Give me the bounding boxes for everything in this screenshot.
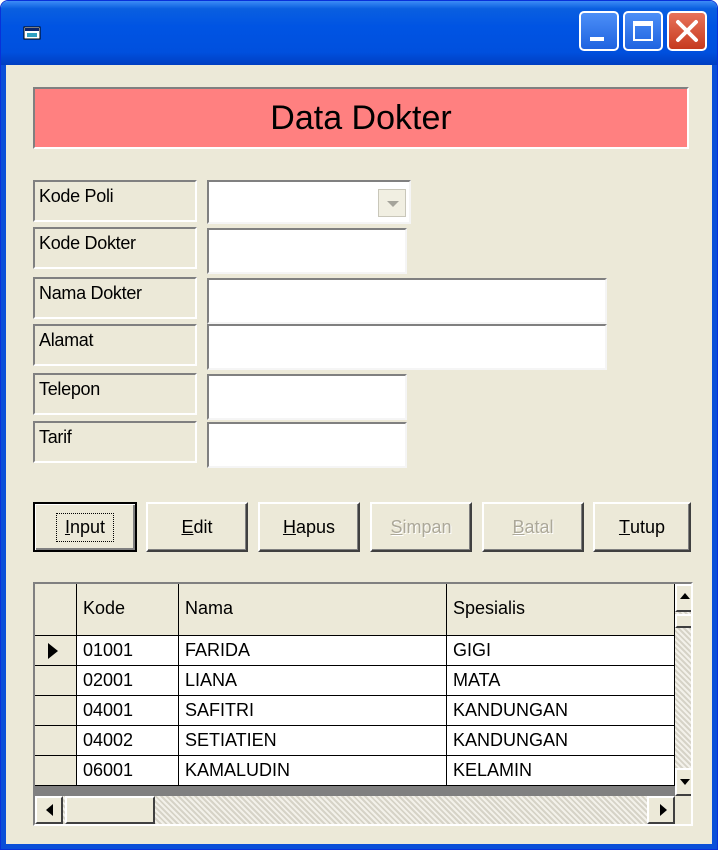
table-row[interactable]: 06001 KAMALUDIN KELAMIN xyxy=(35,756,675,786)
table-row[interactable]: 02001 LIANA MATA xyxy=(35,666,675,696)
column-header-spesialis[interactable]: Spesialis xyxy=(447,584,675,636)
label-alamat: Alamat xyxy=(33,324,197,366)
tutup-button[interactable]: Tutup xyxy=(593,502,691,552)
chevron-down-icon[interactable] xyxy=(378,189,406,217)
cell-nama[interactable]: SAFITRI xyxy=(179,696,447,726)
alamat-input[interactable] xyxy=(207,324,607,370)
arrow-right-icon xyxy=(660,804,667,816)
window-frame-left xyxy=(1,65,6,849)
input-rest: nput xyxy=(69,516,106,537)
table-row[interactable]: 04002 SETIATIEN KANDUNGAN xyxy=(35,726,675,756)
row-selector[interactable] xyxy=(35,726,77,756)
cell-spesialis[interactable]: KELAMIN xyxy=(447,756,675,786)
cell-nama[interactable]: SETIATIEN xyxy=(179,726,447,756)
form-title-banner: Data Dokter xyxy=(33,87,689,149)
app-icon xyxy=(23,26,41,40)
simpan-hotkey: S xyxy=(390,516,403,537)
arrow-left-icon xyxy=(46,804,53,816)
simpan-rest: impan xyxy=(402,516,452,537)
cell-spesialis[interactable]: KANDUNGAN xyxy=(447,696,675,726)
table-row[interactable]: 04001 SAFITRI KANDUNGAN xyxy=(35,696,675,726)
simpan-button[interactable]: Simpan xyxy=(370,502,472,552)
horizontal-scroll-thumb[interactable] xyxy=(65,796,155,824)
row-selector[interactable] xyxy=(35,666,77,696)
scroll-down-button[interactable] xyxy=(675,768,691,796)
cell-kode[interactable]: 01001 xyxy=(77,636,179,666)
batal-hotkey: B xyxy=(512,516,525,537)
arrow-down-icon xyxy=(680,779,690,785)
arrow-up-icon xyxy=(680,593,690,599)
input-button-label: Input xyxy=(55,512,115,542)
telepon-input[interactable] xyxy=(207,374,407,420)
column-header-kode[interactable]: Kode xyxy=(77,584,179,636)
minimize-button[interactable] xyxy=(579,11,619,51)
cell-spesialis[interactable]: MATA xyxy=(447,666,675,696)
vertical-scrollbar[interactable] xyxy=(675,584,691,796)
column-header-nama[interactable]: Nama xyxy=(179,584,447,636)
cell-nama[interactable]: KAMALUDIN xyxy=(179,756,447,786)
close-icon xyxy=(676,20,698,42)
maximize-button[interactable] xyxy=(623,11,663,51)
grid-corner xyxy=(35,584,77,636)
cell-kode[interactable]: 04001 xyxy=(77,696,179,726)
scrollbar-corner xyxy=(675,796,691,824)
label-nama-dokter: Nama Dokter xyxy=(33,277,197,319)
tutup-hotkey: T xyxy=(618,516,630,537)
row-selector[interactable] xyxy=(35,696,77,726)
table-row[interactable]: 01001 FARIDA GIGI xyxy=(35,636,675,666)
label-kode-dokter: Kode Dokter xyxy=(33,227,197,269)
scroll-up-button[interactable] xyxy=(675,584,691,612)
label-kode-poli: Kode Poli xyxy=(33,180,197,222)
kode-dokter-input[interactable] xyxy=(207,228,407,274)
edit-button[interactable]: Edit xyxy=(146,502,248,552)
cell-nama[interactable]: LIANA xyxy=(179,666,447,696)
label-tarif: Tarif xyxy=(33,421,197,463)
input-button[interactable]: Input xyxy=(33,502,137,552)
cell-nama[interactable]: FARIDA xyxy=(179,636,447,666)
edit-rest: dit xyxy=(193,516,213,537)
current-row-icon xyxy=(48,643,58,659)
scroll-thumb[interactable] xyxy=(675,614,691,628)
grid-header: Kode Nama Spesialis xyxy=(35,584,675,636)
data-grid[interactable]: Kode Nama Spesialis 01001 FARIDA GIGI 02… xyxy=(33,582,693,826)
window-frame-right xyxy=(712,65,717,849)
window-frame-bottom xyxy=(1,844,717,849)
cell-spesialis[interactable]: GIGI xyxy=(447,636,675,666)
scroll-right-button[interactable] xyxy=(647,796,675,824)
title-bar[interactable] xyxy=(1,1,717,65)
nama-dokter-input[interactable] xyxy=(207,278,607,324)
hapus-rest: apus xyxy=(295,516,336,537)
batal-rest: atal xyxy=(524,516,554,537)
cell-spesialis[interactable]: KANDUNGAN xyxy=(447,726,675,756)
minimize-icon xyxy=(590,37,604,41)
maximize-icon xyxy=(633,21,653,41)
window: Data Dokter Kode Poli Kode Dokter Nama D… xyxy=(0,0,718,850)
label-telepon: Telepon xyxy=(33,373,197,415)
row-selector[interactable] xyxy=(35,756,77,786)
batal-button[interactable]: Batal xyxy=(482,502,584,552)
cell-kode[interactable]: 02001 xyxy=(77,666,179,696)
cell-kode[interactable]: 06001 xyxy=(77,756,179,786)
close-button[interactable] xyxy=(667,11,707,51)
tarif-input[interactable] xyxy=(207,422,407,468)
tutup-rest: utup xyxy=(629,516,666,537)
kode-poli-combobox[interactable] xyxy=(207,180,411,224)
hapus-button[interactable]: Hapus xyxy=(258,502,360,552)
hapus-hotkey: H xyxy=(282,516,296,537)
cell-kode[interactable]: 04002 xyxy=(77,726,179,756)
row-selector[interactable] xyxy=(35,636,77,666)
edit-hotkey: E xyxy=(181,516,194,537)
horizontal-scrollbar[interactable] xyxy=(35,796,675,824)
scroll-left-button[interactable] xyxy=(35,796,63,824)
